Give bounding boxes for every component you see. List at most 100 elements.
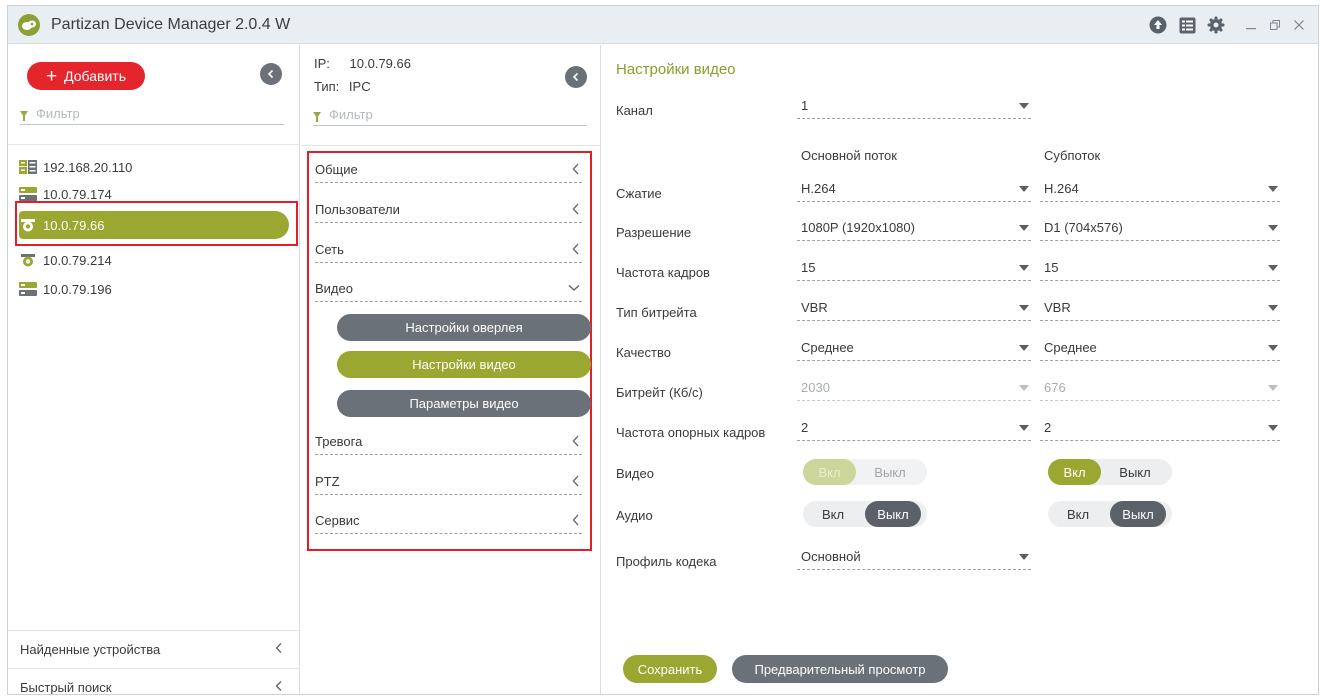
minimize-icon[interactable] bbox=[1242, 15, 1260, 35]
quick-search-section[interactable]: Быстрый поиск bbox=[8, 668, 300, 694]
bitrate-sub-input: 676 bbox=[1040, 375, 1280, 401]
sub-stream-header: Субпоток bbox=[1044, 148, 1101, 163]
chevron-down-icon bbox=[1268, 345, 1278, 351]
framerate-main-select[interactable]: 15 bbox=[797, 255, 1031, 281]
audio-main-on-option[interactable]: Вкл bbox=[803, 501, 863, 527]
nvr-icon bbox=[19, 282, 37, 296]
audio-sub-off-option[interactable]: Выкл bbox=[1110, 501, 1166, 527]
app-window: Partizan Device Manager 2.0.4 W + Добави… bbox=[7, 5, 1319, 695]
list-icon[interactable] bbox=[1177, 15, 1197, 35]
add-device-button[interactable]: + Добавить bbox=[27, 62, 145, 90]
chevron-left-icon bbox=[267, 69, 274, 79]
chevron-left-icon bbox=[572, 435, 579, 447]
chevron-down-icon bbox=[1019, 305, 1029, 311]
menu-item-general[interactable]: Общие bbox=[315, 155, 582, 183]
bitrate-type-main-select[interactable]: VBR bbox=[797, 295, 1031, 321]
resolution-sub-select[interactable]: D1 (704x576) bbox=[1040, 215, 1280, 241]
chevron-down-icon bbox=[1019, 385, 1029, 391]
codec-profile-label: Профиль кодека bbox=[616, 554, 717, 569]
type-value: IPC bbox=[348, 79, 371, 94]
video-main-on-option[interactable]: Вкл bbox=[803, 459, 856, 485]
quality-sub-select[interactable]: Среднее bbox=[1040, 335, 1280, 361]
quality-label: Качество bbox=[616, 345, 671, 360]
device-item-10-0-79-66[interactable]: 10.0.79.66 bbox=[19, 211, 289, 239]
plus-icon: + bbox=[46, 65, 58, 87]
menu-filter-input[interactable]: Фильтр bbox=[313, 104, 587, 126]
restore-icon[interactable] bbox=[1266, 15, 1284, 35]
video-settings-panel: Настройки видео Канал 1 Основной поток С… bbox=[602, 45, 1318, 694]
video-label: Видео bbox=[616, 466, 654, 481]
video-sub-toggle[interactable]: Вкл Выкл bbox=[1048, 459, 1172, 485]
video-main-toggle[interactable]: Вкл Выкл bbox=[803, 459, 927, 485]
found-devices-section[interactable]: Найденные устройства bbox=[8, 630, 300, 667]
framerate-label: Частота кадров bbox=[616, 265, 710, 280]
chevron-down-icon bbox=[1019, 554, 1029, 560]
chevron-down-icon bbox=[1268, 385, 1278, 391]
type-label: Тип: bbox=[314, 79, 340, 94]
dvr-icon bbox=[19, 160, 37, 174]
ip-camera-icon bbox=[19, 253, 37, 267]
bitrate-type-label: Тип битрейта bbox=[616, 305, 697, 320]
chevron-down-icon bbox=[1268, 305, 1278, 311]
video-main-off-option[interactable]: Выкл bbox=[860, 459, 920, 485]
device-item-10-0-79-214[interactable]: 10.0.79.214 bbox=[19, 247, 289, 273]
app-logo-icon bbox=[18, 14, 40, 36]
compression-label: Сжатие bbox=[616, 186, 662, 201]
video-sub-off-option[interactable]: Выкл bbox=[1105, 459, 1165, 485]
resolution-label: Разрешение bbox=[616, 225, 692, 240]
channel-label: Канал bbox=[616, 103, 653, 118]
chevron-left-icon bbox=[275, 681, 282, 691]
video-sub-on-option[interactable]: Вкл bbox=[1048, 459, 1101, 485]
audio-sub-on-option[interactable]: Вкл bbox=[1048, 501, 1108, 527]
upload-icon[interactable] bbox=[1148, 15, 1168, 35]
menu-item-network[interactable]: Сеть bbox=[315, 235, 582, 263]
bitrate-main-input: 2030 bbox=[797, 375, 1031, 401]
audio-sub-toggle[interactable]: Вкл Выкл bbox=[1048, 501, 1172, 527]
chevron-down-icon bbox=[1019, 265, 1029, 271]
bitrate-type-sub-select[interactable]: VBR bbox=[1040, 295, 1280, 321]
chevron-down-icon bbox=[1268, 225, 1278, 231]
device-item-10-0-79-196[interactable]: 10.0.79.196 bbox=[19, 276, 289, 302]
compression-main-select[interactable]: H.264 bbox=[797, 176, 1031, 202]
framerate-sub-select[interactable]: 15 bbox=[1040, 255, 1280, 281]
save-button[interactable]: Сохранить bbox=[623, 655, 717, 683]
chevron-down-icon bbox=[1019, 345, 1029, 351]
menu-item-alarm[interactable]: Тревога bbox=[315, 427, 582, 455]
nvr-icon bbox=[19, 187, 37, 201]
menu-item-users[interactable]: Пользователи bbox=[315, 195, 582, 223]
chevron-down-icon bbox=[1019, 425, 1029, 431]
ip-label: IP: bbox=[314, 56, 330, 71]
ip-value: 10.0.79.66 bbox=[349, 56, 411, 71]
quality-main-select[interactable]: Среднее bbox=[797, 335, 1031, 361]
collapse-mid-button[interactable] bbox=[565, 66, 587, 88]
gear-icon[interactable] bbox=[1206, 15, 1226, 35]
chevron-down-icon bbox=[1019, 225, 1029, 231]
audio-main-toggle[interactable]: Вкл Выкл bbox=[803, 501, 927, 527]
device-item-10-0-79-174[interactable]: 10.0.79.174 bbox=[19, 181, 289, 207]
compression-sub-select[interactable]: H.264 bbox=[1040, 176, 1280, 202]
codec-profile-select[interactable]: Основной bbox=[797, 544, 1031, 570]
chevron-left-icon bbox=[572, 514, 579, 526]
menu-item-service[interactable]: Сервис bbox=[315, 506, 582, 534]
resolution-main-select[interactable]: 1080P (1920x1080) bbox=[797, 215, 1031, 241]
keyframe-sub-select[interactable]: 2 bbox=[1040, 415, 1280, 441]
preview-button[interactable]: Предварительный просмотр bbox=[732, 655, 948, 683]
section-title: Настройки видео bbox=[616, 61, 736, 78]
keyframe-main-select[interactable]: 2 bbox=[797, 415, 1031, 441]
title-bar: Partizan Device Manager 2.0.4 W bbox=[8, 6, 1318, 44]
collapse-left-button[interactable] bbox=[260, 63, 282, 85]
menu-item-video[interactable]: Видео bbox=[315, 274, 582, 302]
chevron-down-icon bbox=[1268, 265, 1278, 271]
overlay-settings-button[interactable]: Настройки оверлея bbox=[337, 314, 591, 341]
menu-item-ptz[interactable]: PTZ bbox=[315, 467, 582, 495]
ip-camera-icon bbox=[19, 218, 37, 232]
video-settings-button[interactable]: Настройки видео bbox=[337, 351, 591, 378]
video-params-button[interactable]: Параметры видео bbox=[337, 390, 591, 417]
close-icon[interactable] bbox=[1290, 15, 1308, 35]
device-filter-input[interactable]: Фильтр bbox=[20, 103, 284, 125]
channel-select[interactable]: 1 bbox=[797, 93, 1031, 119]
settings-menu-panel: IP: 10.0.79.66 Тип: IPC Фильтр Общие Пол… bbox=[301, 45, 601, 694]
audio-main-off-option[interactable]: Выкл bbox=[865, 501, 921, 527]
filter-icon bbox=[20, 110, 28, 121]
device-item-192-168-20-110[interactable]: 192.168.20.110 bbox=[19, 154, 289, 180]
